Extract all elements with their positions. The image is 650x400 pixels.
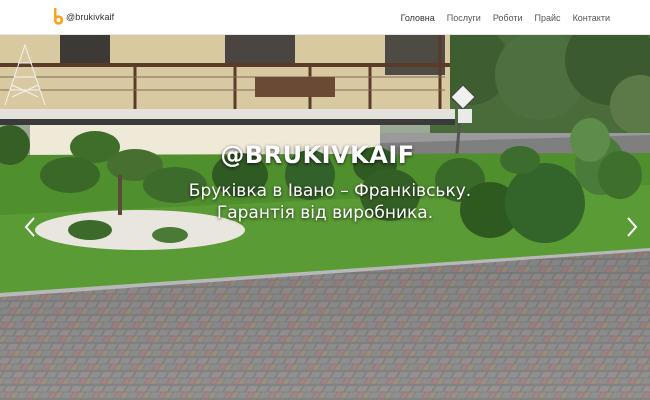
chevron-left-icon (24, 217, 35, 237)
logo-icon (52, 8, 64, 26)
navbar: @brukivkaif Головна Послуги Роботи Прайс… (0, 0, 650, 35)
hero-carousel: @BRUKIVKAIF Бруківка в Івано – Франківсь… (0, 35, 650, 400)
hero-caption: @BRUKIVKAIF Бруківка в Івано – Франківсь… (0, 141, 650, 224)
nav-item-contacts[interactable]: Контакти (573, 13, 610, 23)
nav-item-home[interactable]: Головна (401, 13, 435, 23)
chevron-right-icon (627, 217, 638, 237)
nav-item-services[interactable]: Послуги (447, 13, 481, 23)
nav-item-works[interactable]: Роботи (493, 13, 523, 23)
hero-title: @BRUKIVKAIF (220, 141, 415, 169)
carousel-next-button[interactable] (620, 215, 644, 239)
hero-line-1: Бруківка в Івано – Франківську. (188, 181, 472, 201)
brand-name: @brukivkaif (66, 12, 115, 22)
main-nav: Головна Послуги Роботи Прайс Контакти (401, 8, 610, 26)
brand-logo[interactable]: @brukivkaif (52, 8, 114, 26)
carousel-prev-button[interactable] (18, 215, 42, 239)
hero-line-2: Гарантія від виробника. (216, 203, 434, 223)
nav-item-price[interactable]: Прайс (535, 13, 561, 23)
